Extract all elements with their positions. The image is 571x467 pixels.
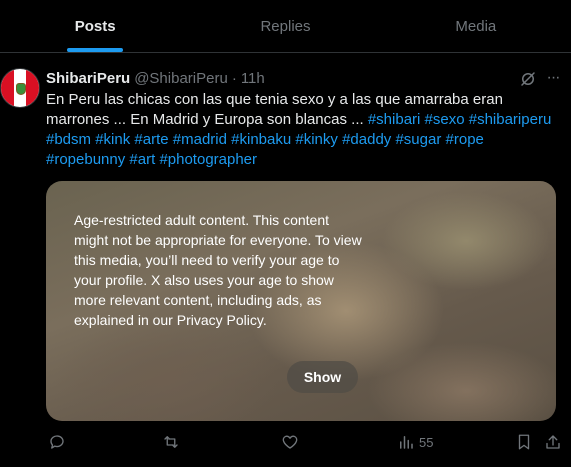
hashtag[interactable]: #arte (134, 131, 168, 148)
flag-stripe-left (1, 69, 14, 107)
like-icon (282, 435, 298, 449)
avatar[interactable] (0, 68, 40, 108)
post-text: En Peru las chicas con las que tenia sex… (46, 90, 561, 170)
hashtag[interactable]: #madrid (173, 131, 227, 148)
tab-posts-label: Posts (74, 17, 116, 35)
bookmark-icon (518, 434, 530, 450)
share-button[interactable] (544, 430, 562, 454)
bookmark-button[interactable] (515, 430, 533, 454)
hashtag[interactable]: #ropebunny (46, 151, 125, 168)
tab-media-label: Media (455, 17, 497, 35)
tab-posts[interactable]: Posts (0, 0, 190, 52)
more-icon[interactable]: ··· (542, 68, 564, 88)
post[interactable]: ShibariPeru @ShibariPeru · 11h ··· En Pe… (0, 54, 571, 467)
tab-replies-label: Replies (260, 17, 311, 35)
reply-icon (50, 435, 64, 449)
hashtag[interactable]: #sugar (395, 131, 441, 148)
like-button[interactable] (281, 430, 299, 454)
hashtag[interactable]: #sexo (425, 111, 465, 128)
hashtag[interactable]: #kinbaku (231, 131, 291, 148)
flag-stripe-right (26, 69, 39, 107)
repost-icon (164, 436, 178, 448)
reply-button[interactable] (48, 430, 66, 454)
tab-replies[interactable]: Replies (190, 0, 380, 52)
share-icon (546, 435, 560, 449)
separator: · (231, 69, 237, 87)
hashtag[interactable]: #art (129, 151, 155, 168)
views-button[interactable]: 55 (397, 430, 433, 454)
views-icon (400, 436, 413, 449)
flag-crest (16, 83, 26, 95)
tab-media[interactable]: Media (381, 0, 571, 52)
hashtag[interactable]: #kink (95, 131, 130, 148)
tab-active-indicator (67, 48, 124, 52)
profile-tabs: Posts Replies Media (0, 0, 571, 53)
hashtag[interactable]: #shibari (368, 111, 421, 128)
show-media-button[interactable]: Show (287, 361, 358, 393)
handle[interactable]: @ShibariPeru (134, 70, 228, 87)
hashtag[interactable]: #rope (446, 131, 484, 148)
hashtag[interactable]: #shibariperu (469, 111, 552, 128)
repost-button[interactable] (162, 430, 180, 454)
hashtag[interactable]: #photographer (159, 151, 257, 168)
grok-icon[interactable] (519, 70, 537, 88)
hashtag[interactable]: #kinky (295, 131, 338, 148)
age-restriction-warning: Age-restricted adult content. This conte… (74, 212, 362, 328)
post-header: ShibariPeru @ShibariPeru · 11h (46, 68, 265, 88)
hashtag[interactable]: #bdsm (46, 131, 91, 148)
display-name[interactable]: ShibariPeru (46, 70, 130, 87)
post-actions: 55 (46, 430, 566, 454)
hashtag[interactable]: #daddy (342, 131, 391, 148)
media-blurred[interactable]: Age-restricted adult content. This conte… (46, 181, 556, 421)
timestamp[interactable]: 11h (241, 70, 265, 87)
views-count: 55 (419, 434, 434, 450)
